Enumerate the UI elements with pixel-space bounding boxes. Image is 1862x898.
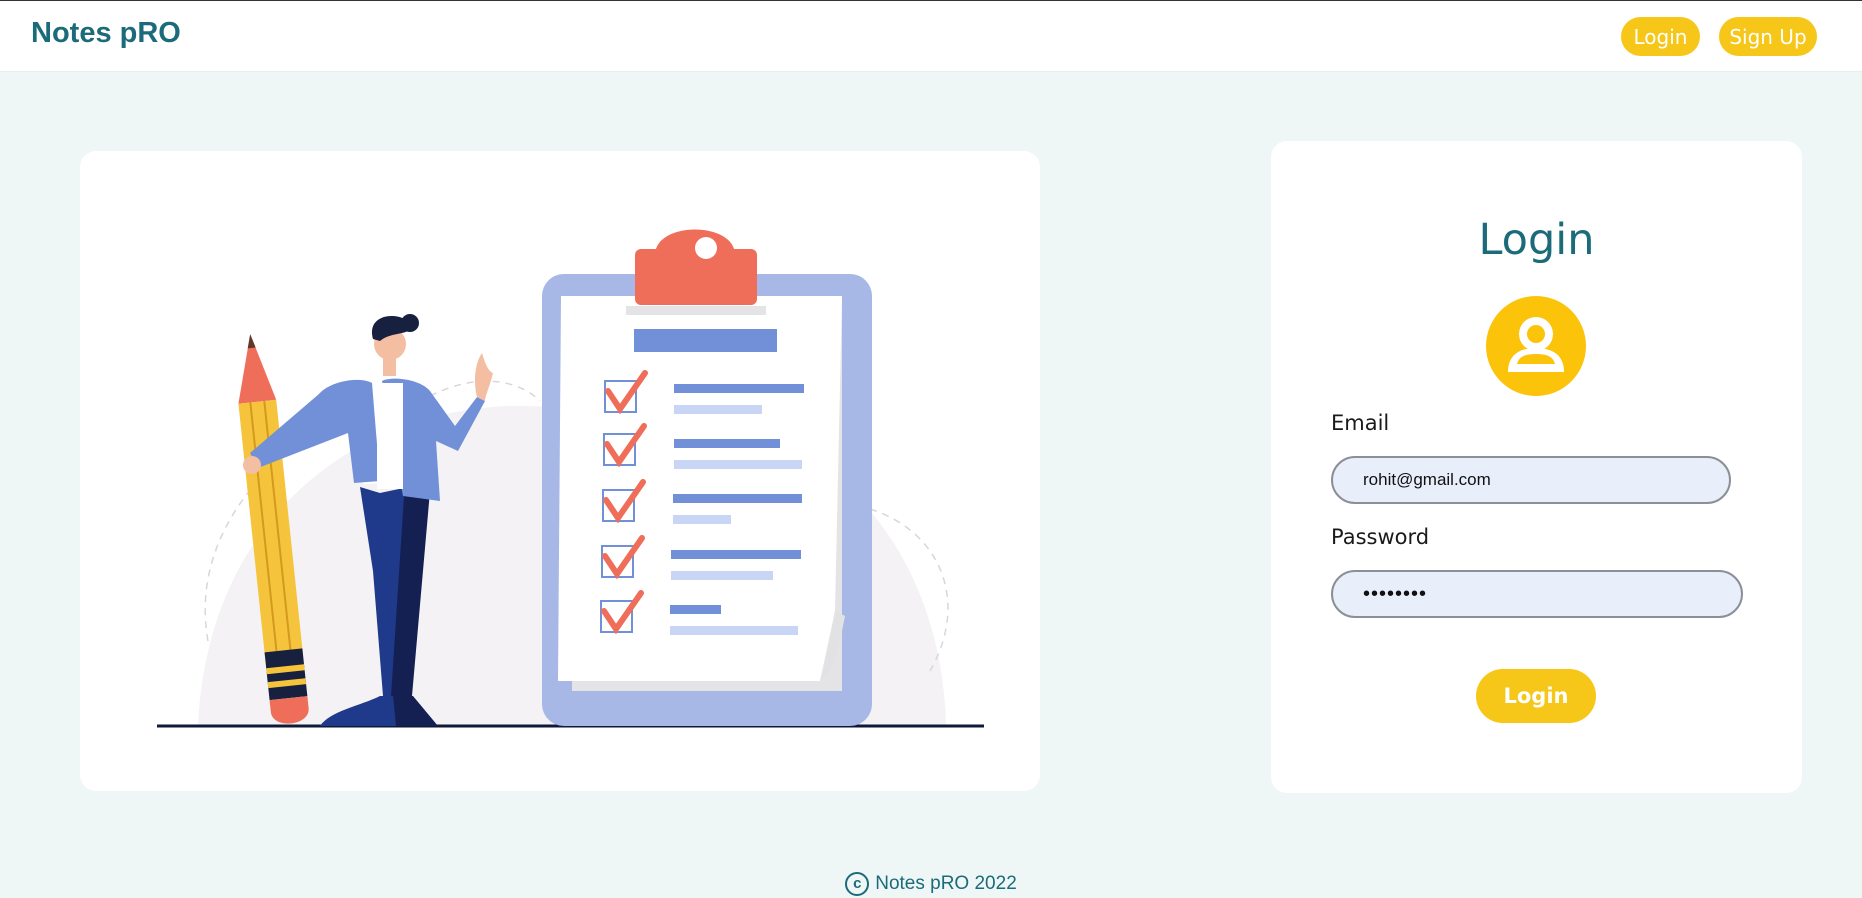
nav-signup-button[interactable]: Sign Up bbox=[1719, 17, 1817, 56]
navbar: Notes pRO Login Sign Up bbox=[0, 0, 1862, 72]
illustration-card bbox=[80, 151, 1040, 791]
email-field[interactable] bbox=[1331, 456, 1731, 504]
email-label: Email bbox=[1331, 411, 1390, 435]
login-card: Login Email Password Login bbox=[1271, 141, 1802, 793]
copyright-icon: c bbox=[845, 872, 870, 896]
checklist-illustration bbox=[157, 229, 984, 728]
password-field[interactable] bbox=[1331, 570, 1743, 618]
brand-logo[interactable]: Notes pRO bbox=[31, 17, 181, 50]
nav-login-button[interactable]: Login bbox=[1621, 17, 1700, 56]
footer-text: Notes pRO 2022 bbox=[875, 873, 1017, 895]
login-title: Login bbox=[1478, 215, 1595, 265]
password-label: Password bbox=[1331, 525, 1430, 549]
user-avatar-icon bbox=[1486, 296, 1586, 396]
login-submit-button[interactable]: Login bbox=[1476, 669, 1596, 723]
footer: c Notes pRO 2022 bbox=[0, 872, 1862, 896]
